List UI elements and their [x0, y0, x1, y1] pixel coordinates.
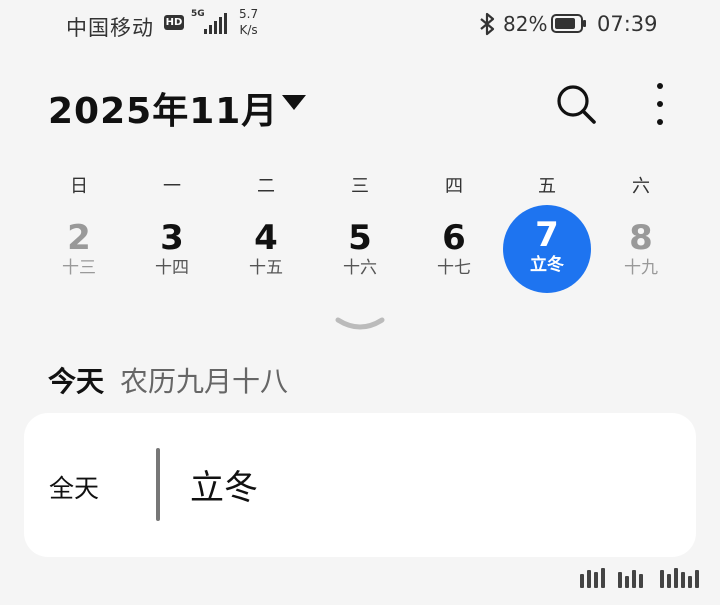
battery-percent: 82%	[503, 12, 548, 36]
watermark-icon	[580, 566, 710, 588]
bluetooth-icon	[480, 12, 495, 36]
network-speed: 5.7 K/s	[239, 6, 258, 38]
day-cell[interactable]: 8 十九	[597, 210, 685, 298]
expand-chevron-icon[interactable]	[334, 314, 386, 336]
status-time: 07:39	[597, 12, 658, 36]
day-number: 7	[535, 215, 559, 255]
day-cell[interactable]: 2 十三	[35, 210, 123, 298]
lunar-date: 十六	[343, 258, 377, 278]
network-type: 5G	[191, 9, 205, 19]
signal-icon	[204, 12, 228, 34]
more-vertical-icon[interactable]	[644, 80, 676, 128]
status-bar: 中国移动 HD 5G 5.7 K/s 82% 07:39	[0, 0, 720, 50]
speed-value: 5.7	[239, 7, 259, 21]
speed-unit: K/s	[239, 23, 258, 37]
weekday-label: 四	[445, 176, 463, 197]
carrier-name: 中国移动	[66, 16, 154, 40]
day-number: 6	[442, 218, 466, 258]
lunar-date: 十七	[437, 258, 471, 278]
weekday-label: 五	[538, 176, 556, 197]
event-color-bar	[156, 448, 160, 521]
today-lunar-date: 农历九月十八	[120, 365, 289, 398]
weekday-label: 日	[70, 176, 88, 197]
event-time-label: 全天	[49, 474, 100, 503]
day-cell[interactable]: 3 十四	[128, 210, 216, 298]
dropdown-caret-icon[interactable]	[282, 95, 306, 110]
weekday-label: 一	[163, 176, 181, 197]
event-title: 立冬	[190, 468, 258, 508]
search-icon[interactable]	[552, 80, 600, 128]
lunar-date: 十三	[62, 258, 96, 278]
lunar-date: 十五	[249, 258, 283, 278]
solar-term: 立冬	[530, 255, 564, 275]
weekday-label: 六	[632, 176, 650, 197]
day-cell-selected[interactable]: 7 立冬	[503, 205, 591, 293]
day-cell[interactable]: 6 十七	[410, 210, 498, 298]
day-number: 4	[254, 218, 278, 258]
event-card[interactable]: 全天 立冬	[24, 413, 696, 557]
day-number: 2	[67, 218, 91, 258]
day-cell[interactable]: 4 十五	[222, 210, 310, 298]
month-title[interactable]: 2025年11月	[48, 82, 278, 134]
lunar-date: 十九	[624, 258, 658, 278]
day-number: 5	[348, 218, 372, 258]
day-number: 8	[629, 218, 653, 258]
hd-icon: HD	[164, 15, 184, 30]
day-cell[interactable]: 5 十六	[316, 210, 404, 298]
weekday-label: 二	[257, 176, 275, 197]
battery-icon	[551, 14, 586, 33]
day-number: 3	[160, 218, 184, 258]
lunar-date: 十四	[155, 258, 189, 278]
weekday-label: 三	[351, 176, 369, 197]
today-label: 今天	[48, 365, 105, 398]
